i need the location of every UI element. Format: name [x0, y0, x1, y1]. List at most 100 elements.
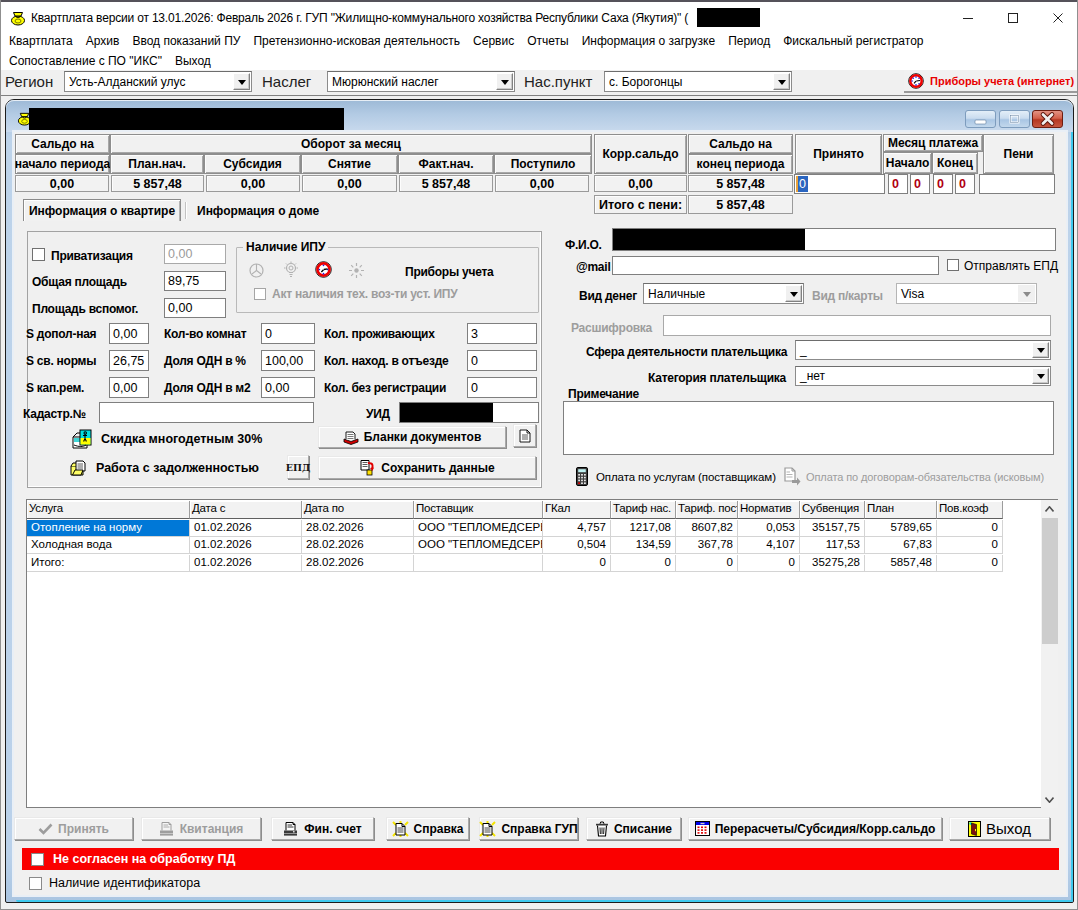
grid-cell[interactable]: ООО "ТЕПЛОМЕДСЕРВИС": [414, 537, 543, 554]
category-combo[interactable]: _нет: [795, 366, 1051, 386]
residents-input[interactable]: 3: [467, 323, 537, 344]
maximize-button[interactable]: [1003, 8, 1023, 28]
sphere-combo[interactable]: _: [795, 340, 1051, 360]
grid-cell[interactable]: 35157,75: [800, 520, 865, 537]
settlement-combo[interactable]: с. Борогонцы: [604, 71, 792, 92]
grid-cell[interactable]: 4,757: [543, 520, 611, 537]
grid-cell[interactable]: 28.02.2026: [302, 537, 414, 554]
grid-column-header[interactable]: План: [865, 501, 937, 519]
fin-button[interactable]: Фин. счет: [271, 817, 374, 840]
cadastre-input[interactable]: [99, 402, 314, 423]
grid-cell[interactable]: ООО "ТЕПЛОМЕДСЕРВИС": [414, 520, 543, 537]
grid-cell[interactable]: 0: [937, 520, 1003, 537]
month-end-input-1[interactable]: 0: [933, 174, 953, 194]
chevron-down-icon[interactable]: [1032, 342, 1049, 358]
grid-column-header[interactable]: Поставщик: [414, 501, 543, 519]
grid-cell[interactable]: 01.02.2026: [190, 555, 302, 572]
receipt-button[interactable]: Квитанция: [141, 817, 261, 840]
grid-cell[interactable]: 1217,08: [611, 520, 676, 537]
chevron-down-icon[interactable]: [1032, 368, 1049, 384]
privatization-input[interactable]: 0,00: [164, 244, 226, 264]
menu-item-0[interactable]: Квартплата: [3, 31, 80, 51]
grid-cell[interactable]: 0: [937, 555, 1003, 572]
grid-cell[interactable]: 0: [611, 555, 676, 572]
grid-cell[interactable]: 28.02.2026: [302, 555, 414, 572]
fio-input[interactable]: [612, 228, 1056, 251]
noreg-input[interactable]: 0: [467, 377, 537, 398]
away-input[interactable]: 0: [467, 350, 537, 371]
discount-link[interactable]: Скидка многодетным 30%: [71, 428, 262, 450]
grid-cell[interactable]: 5789,65: [865, 520, 937, 537]
menu-item-1[interactable]: Архив: [79, 31, 126, 51]
chevron-down-icon[interactable]: [773, 73, 790, 90]
grid-cell[interactable]: [414, 555, 543, 572]
act-checkbox[interactable]: [254, 288, 266, 300]
menu-item-3[interactable]: Претензионно-исковая деятельность: [247, 31, 467, 51]
grid-column-header[interactable]: Тариф. пост: [676, 501, 738, 519]
privatization-checkbox[interactable]: [32, 248, 45, 261]
grid-cell[interactable]: 117,53: [800, 537, 865, 554]
menu-item-5[interactable]: Отчеты: [521, 31, 575, 51]
menu-item-7[interactable]: Период: [722, 31, 777, 51]
grid-cell[interactable]: 35275,28: [800, 555, 865, 572]
grid-cell[interactable]: 367,78: [676, 537, 738, 554]
grid-column-header[interactable]: Пов.коэф: [937, 501, 1003, 519]
spisanie-button[interactable]: Списание: [586, 817, 681, 840]
peni-input[interactable]: [979, 174, 1055, 194]
grid-column-header[interactable]: ГКал: [543, 501, 611, 519]
accept-button[interactable]: Принять: [14, 817, 133, 840]
spravka_gup-button[interactable]: Справка ГУП: [479, 817, 578, 840]
page-button[interactable]: [513, 424, 536, 447]
chevron-down-icon[interactable]: [233, 73, 250, 90]
grid-column-header[interactable]: Тариф нас.: [611, 501, 676, 519]
grid-cell[interactable]: 0: [543, 555, 611, 572]
refuse-consent-checkbox[interactable]: [31, 853, 44, 866]
grid-cell[interactable]: 4,107: [738, 537, 800, 554]
menu-item-2[interactable]: Ввод показаний ПУ: [126, 31, 247, 51]
epd-button[interactable]: ЕПД: [287, 455, 309, 479]
rooms-input[interactable]: 0: [261, 323, 315, 344]
grid-cell[interactable]: 0,504: [543, 537, 611, 554]
odn-pct-input[interactable]: 100,00: [261, 350, 315, 371]
minimize-button[interactable]: [958, 8, 978, 28]
month-begin-input-1[interactable]: 0: [888, 174, 908, 194]
debt-link[interactable]: Работа с задолженностью: [70, 458, 259, 478]
chevron-down-icon[interactable]: [785, 285, 802, 302]
meters-internet-button[interactable]: Приборы учета (интернет): [904, 70, 1077, 93]
grid-cell[interactable]: 0: [937, 537, 1003, 554]
grid-column-header[interactable]: Норматив: [738, 501, 800, 519]
grid-cell[interactable]: 01.02.2026: [190, 520, 302, 537]
menu-item-6[interactable]: Информация о загрузке: [575, 31, 721, 51]
grid-cell[interactable]: 134,59: [611, 537, 676, 554]
odn-m2-input[interactable]: 0,00: [261, 377, 315, 398]
account-close-button[interactable]: [1032, 110, 1063, 128]
aux-area-input[interactable]: 0,00: [164, 298, 226, 318]
pereraschety-button[interactable]: Перерасчеты/Субсидия/Корр.сальдо: [688, 817, 942, 840]
grid-column-header[interactable]: Услуга: [27, 501, 190, 519]
grid-column-header[interactable]: Дата по: [302, 501, 414, 519]
menu-item-8[interactable]: Фискальный регистратор: [777, 31, 930, 51]
email-input[interactable]: [612, 256, 939, 275]
send-epd-checkbox[interactable]: [947, 259, 959, 271]
exit-button[interactable]: Выход: [949, 817, 1050, 840]
grid-cell[interactable]: 5857,48: [865, 555, 937, 572]
s-kap-input[interactable]: 0,00: [109, 377, 149, 398]
tab-house-info[interactable]: Информация о доме: [189, 200, 349, 221]
grid-cell[interactable]: 0: [738, 555, 800, 572]
menu-item-4[interactable]: Сервис: [467, 31, 521, 51]
month-begin-input-2[interactable]: 0: [910, 174, 930, 194]
grid-cell[interactable]: Итого:: [27, 555, 190, 572]
grid-cell[interactable]: Отопление на норму: [27, 520, 190, 537]
identifier-checkbox[interactable]: [29, 877, 42, 890]
grid-cell[interactable]: 0,053: [738, 520, 800, 537]
region-combo[interactable]: Усть-Алданский улус: [64, 71, 252, 92]
grid-cell[interactable]: Холодная вода: [27, 537, 190, 554]
s-dop-input[interactable]: 0,00: [109, 323, 149, 344]
blank-docs-button[interactable]: Бланки документов: [318, 426, 506, 448]
grid-vertical-scrollbar[interactable]: [1041, 500, 1058, 808]
money-type-combo[interactable]: Наличные: [643, 283, 804, 304]
spravka-button[interactable]: Справка: [386, 817, 469, 840]
save-button[interactable]: Сохранить данные: [318, 456, 536, 479]
account-minimize-button[interactable]: [965, 110, 996, 128]
account-restore-button[interactable]: [999, 110, 1030, 128]
